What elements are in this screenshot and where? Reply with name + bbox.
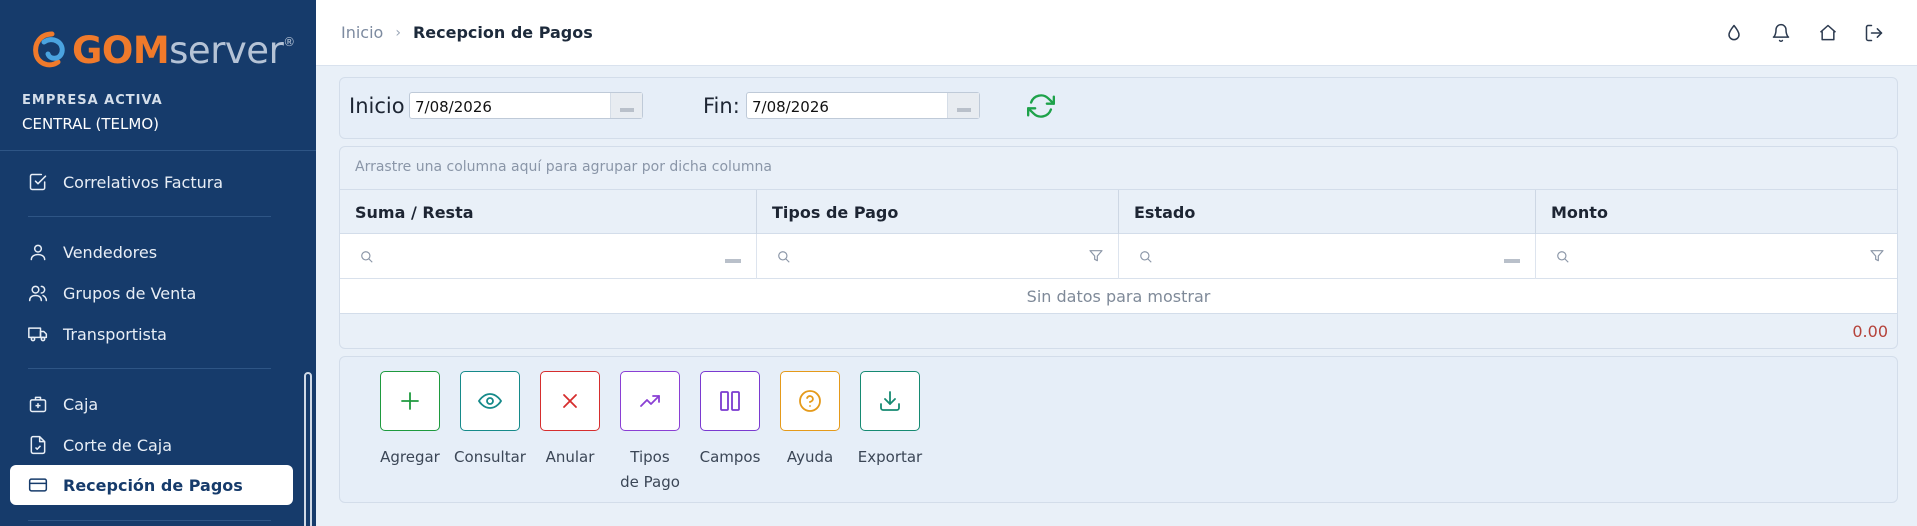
sidebar: GOMserver® EMPRESA ACTIVA CENTRAL (TELMO…: [0, 0, 316, 526]
refresh-icon[interactable]: [1027, 92, 1055, 120]
actions-panel: Agregar Consultar Anular Tipos de Pago C…: [339, 356, 1898, 503]
sidebar-item-correlativos-factura[interactable]: Correlativos Factura: [10, 162, 293, 202]
filter-funnel-icon[interactable]: [1869, 248, 1885, 264]
add-button-box[interactable]: [380, 371, 440, 431]
brand-name: GOMserver®: [72, 28, 295, 72]
help-button[interactable]: Ayuda: [780, 371, 840, 466]
trending-up-icon: [640, 395, 660, 407]
sidebar-item-label: Corte de Caja: [63, 435, 173, 455]
sidebar-item-vendedores[interactable]: Vendedores: [10, 232, 293, 272]
column-header-suma-resta[interactable]: Suma / Resta: [340, 190, 757, 235]
breadcrumb-separator: ›: [395, 24, 401, 41]
sidebar-item-grupos-de-venta[interactable]: Grupos de Venta: [10, 273, 293, 313]
search-icon: [1139, 249, 1153, 263]
breadcrumb-home-link[interactable]: Inicio: [341, 23, 383, 42]
columns-icon: [720, 391, 740, 411]
column-header-monto[interactable]: Monto: [1536, 190, 1897, 235]
help-button-box[interactable]: [780, 371, 840, 431]
filter-cell-estado[interactable]: [1119, 234, 1536, 279]
plus-icon: [401, 392, 419, 410]
sidebar-item-label: Correlativos Factura: [63, 172, 224, 192]
column-header-tipos-de-pago[interactable]: Tipos de Pago: [757, 190, 1119, 235]
sidebar-item-caja[interactable]: Caja: [10, 384, 293, 424]
sidebar-divider: [28, 520, 271, 521]
view-button-box[interactable]: [460, 371, 520, 431]
fields-button[interactable]: Campos: [700, 371, 760, 466]
sidebar-divider: [28, 216, 271, 217]
end-date-value: 7/08/2026: [752, 98, 829, 116]
payment-types-button-label: Tipos de Pago: [620, 448, 680, 491]
filter-cell-suma-resta[interactable]: [340, 234, 757, 279]
group-panel-hint[interactable]: Arrastre una columna aquí para agrupar p…: [355, 159, 772, 175]
sidebar-item-label: Grupos de Venta: [63, 283, 197, 303]
grid-total-monto: 0.00: [1852, 322, 1888, 341]
download-icon: [880, 391, 900, 411]
checkbox-icon: [28, 172, 48, 192]
briefcase-plus-icon: [28, 394, 48, 414]
sidebar-divider: [0, 150, 316, 151]
sidebar-scrollbar[interactable]: [304, 372, 312, 526]
start-date-value: 7/08/2026: [415, 98, 492, 116]
close-icon: [563, 394, 577, 408]
sidebar-item-label: Recepción de Pagos: [63, 475, 243, 495]
column-header-estado[interactable]: Estado: [1119, 190, 1536, 235]
payments-grid: Arrastre una columna aquí para agrupar p…: [339, 146, 1898, 349]
add-button[interactable]: Agregar: [380, 371, 440, 466]
empresa-name[interactable]: CENTRAL (TELMO): [22, 115, 159, 133]
truck-icon: [28, 324, 48, 344]
bell-icon[interactable]: [1770, 22, 1792, 44]
grid-empty-message: Sin datos para mostrar: [340, 279, 1897, 314]
page-title: Recepcion de Pagos: [412, 23, 593, 42]
user-icon: [28, 242, 48, 262]
file-check-icon: [28, 435, 48, 455]
export-button-box[interactable]: [860, 371, 920, 431]
search-icon: [360, 249, 374, 263]
cancel-button-box[interactable]: [540, 371, 600, 431]
fields-button-box[interactable]: [700, 371, 760, 431]
eye-icon: [478, 393, 502, 409]
view-button[interactable]: Consultar: [454, 371, 526, 466]
help-circle-icon: [799, 390, 821, 412]
sidebar-item-transportista[interactable]: Transportista: [10, 314, 293, 354]
brand-logo[interactable]: GOMserver®: [30, 28, 295, 72]
cancel-button[interactable]: Anular: [540, 371, 600, 466]
start-date-label: Inicio: [349, 94, 405, 118]
sidebar-divider: [28, 368, 271, 369]
sidebar-item-corte-de-caja[interactable]: Corte de Caja: [10, 425, 293, 465]
logout-icon[interactable]: [1863, 22, 1885, 44]
breadcrumb: Inicio › Recepcion de Pagos: [341, 23, 593, 42]
sidebar-item-recepcion-de-pagos[interactable]: Recepción de Pagos: [10, 465, 293, 505]
filter-bar-icon: [725, 259, 741, 263]
start-date-input[interactable]: 7/08/2026: [409, 92, 643, 119]
credit-card-icon: [28, 475, 48, 495]
export-button-label: Exportar: [857, 448, 923, 466]
payment-types-button-box[interactable]: [620, 371, 680, 431]
filter-bar-icon: [1504, 259, 1520, 263]
filter-cell-monto[interactable]: [1536, 234, 1897, 279]
start-date-dropdown-button[interactable]: [610, 93, 642, 118]
grid-header-row: Suma / Resta Tipos de Pago Estado Monto: [340, 189, 1897, 235]
sidebar-item-label: Vendedores: [63, 242, 158, 262]
sidebar-item-label: Transportista: [63, 324, 167, 344]
users-icon: [28, 283, 48, 303]
payment-types-button[interactable]: Tipos de Pago: [620, 371, 680, 491]
end-date-dropdown-button[interactable]: [947, 93, 979, 118]
export-button[interactable]: Exportar: [858, 371, 922, 466]
filter-cell-tipos-de-pago[interactable]: [757, 234, 1119, 279]
search-icon: [1556, 249, 1570, 263]
home-icon[interactable]: [1817, 22, 1839, 44]
cancel-button-label: Anular: [545, 448, 595, 466]
filter-funnel-icon[interactable]: [1088, 248, 1104, 264]
sidebar-item-label: Caja: [63, 394, 99, 414]
end-date-label: Fin:: [703, 94, 740, 118]
end-date-input[interactable]: 7/08/2026: [746, 92, 980, 119]
drop-icon[interactable]: [1723, 22, 1745, 44]
empresa-label: EMPRESA ACTIVA: [22, 93, 163, 108]
search-icon: [777, 249, 791, 263]
topbar: Inicio › Recepcion de Pagos: [316, 0, 1917, 66]
gom-logo-icon: [33, 31, 65, 68]
grid-filter-row: [340, 234, 1897, 279]
